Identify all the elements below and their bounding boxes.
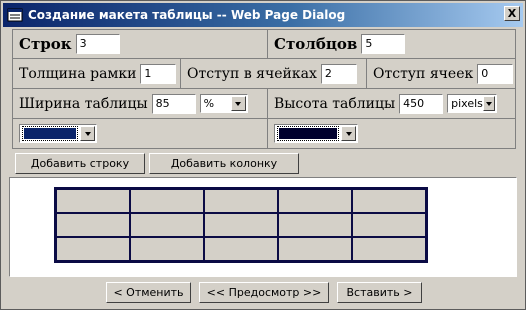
preview-cell — [204, 189, 278, 213]
insert-button[interactable]: Вставить > — [337, 282, 422, 303]
preview-cell — [352, 189, 426, 213]
cols-label: Столбцов — [274, 35, 358, 53]
window-title: Создание макета таблицы -- Web Page Dial… — [28, 8, 346, 22]
close-button[interactable]: X — [504, 6, 520, 21]
cancel-button[interactable]: < Отменить — [106, 282, 191, 303]
background-color-select[interactable] — [274, 124, 358, 143]
width-label: Ширина таблицы — [19, 95, 148, 112]
spacing-input[interactable]: 0 — [477, 63, 514, 84]
title-bar[interactable]: Создание макета таблицы -- Web Page Dial… — [3, 3, 523, 27]
add-row-button[interactable]: Добавить строку — [15, 153, 145, 174]
width-unit-select[interactable]: % — [199, 94, 248, 113]
preview-row — [56, 189, 426, 213]
preview-button[interactable]: << Предосмотр >> — [199, 282, 329, 303]
preview-cell — [278, 213, 352, 237]
border-label: Толщина рамки — [19, 65, 137, 82]
height-unit-value: pixels — [451, 97, 483, 110]
preview-table — [54, 187, 428, 263]
table-preview — [9, 177, 517, 277]
border-color-select[interactable] — [19, 124, 97, 143]
height-cell: Высота таблицы 450 pixels — [268, 89, 515, 118]
padding-input[interactable]: 2 — [320, 63, 357, 84]
width-cell: Ширина таблицы 85 % — [13, 89, 268, 118]
preview-row — [56, 213, 426, 237]
dialog-window: Создание макета таблицы -- Web Page Dial… — [0, 0, 526, 310]
chevron-down-icon[interactable] — [230, 96, 246, 111]
padding-cell: Отступ в ячейках 2 — [181, 59, 367, 88]
rows-input[interactable]: 3 — [75, 34, 120, 54]
settings-grid: Строк 3 Столбцов 5 Толщина рамки 1 Отсту… — [12, 29, 516, 149]
border-input[interactable]: 1 — [140, 63, 177, 84]
add-buttons-bar: Добавить строку Добавить колонку — [15, 153, 299, 174]
preview-cell — [278, 189, 352, 213]
close-icon: X — [507, 7, 517, 20]
add-column-button[interactable]: Добавить колонку — [149, 153, 299, 174]
height-label: Высота таблицы — [274, 95, 396, 112]
settings-row: Толщина рамки 1 Отступ в ячейках 2 Отсту… — [12, 59, 516, 89]
preview-cell — [130, 213, 204, 237]
color2-cell — [268, 119, 515, 148]
color-swatch-1 — [22, 126, 78, 141]
preview-cell — [130, 189, 204, 213]
preview-cell — [204, 213, 278, 237]
preview-cell — [204, 237, 278, 261]
preview-row — [56, 237, 426, 261]
rows-cell: Строк 3 — [13, 30, 268, 58]
spacing-label: Отступ ячеек — [373, 65, 474, 82]
width-unit-value: % — [203, 97, 215, 110]
preview-cell — [130, 237, 204, 261]
rows-label: Строк — [19, 35, 72, 53]
settings-row — [12, 119, 516, 149]
color-swatch-2 — [277, 126, 339, 141]
border-cell: Толщина рамки 1 — [13, 59, 181, 88]
width-input[interactable]: 85 — [151, 93, 196, 114]
settings-row: Строк 3 Столбцов 5 — [12, 29, 516, 59]
chevron-down-icon[interactable] — [482, 96, 496, 111]
dialog-buttons: < Отменить << Предосмотр >> Вставить > — [1, 282, 527, 303]
height-unit-select[interactable]: pixels — [447, 94, 498, 113]
height-input[interactable]: 450 — [399, 93, 444, 114]
cols-cell: Столбцов 5 — [268, 30, 515, 58]
preview-cell — [278, 237, 352, 261]
color1-cell — [13, 119, 268, 148]
preview-cell — [352, 213, 426, 237]
preview-cell — [352, 237, 426, 261]
padding-label: Отступ в ячейках — [187, 65, 317, 82]
chevron-down-icon[interactable] — [341, 126, 356, 141]
chevron-down-icon[interactable] — [80, 126, 95, 141]
settings-row: Ширина таблицы 85 % Высота таблицы 450 p… — [12, 89, 516, 119]
app-icon — [7, 8, 23, 22]
spacing-cell: Отступ ячеек 0 — [367, 59, 515, 88]
preview-cell — [56, 189, 130, 213]
preview-cell — [56, 237, 130, 261]
cols-input[interactable]: 5 — [361, 34, 406, 54]
preview-cell — [56, 213, 130, 237]
